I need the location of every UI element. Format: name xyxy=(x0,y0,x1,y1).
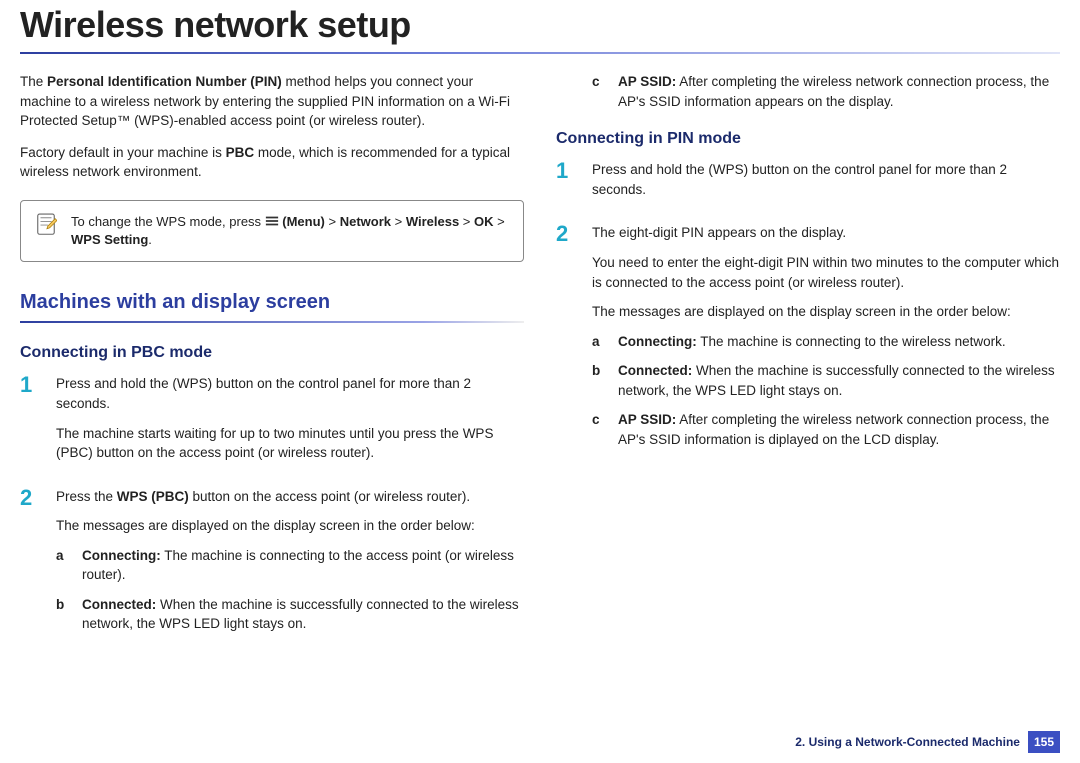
step-body: Press and hold the (WPS) button on the c… xyxy=(56,374,524,472)
page-number-badge: 155 xyxy=(1028,731,1060,753)
text-bold: AP SSID: xyxy=(618,74,676,89)
text-span: The machine is connecting to the wireles… xyxy=(697,334,1006,349)
substep-text: Connected: When the machine is successfu… xyxy=(618,361,1060,400)
substep-key: b xyxy=(56,595,70,634)
note-wps-setting: WPS Setting xyxy=(71,232,148,247)
text-bold: AP SSID: xyxy=(618,412,676,427)
substep-text: Connecting: The machine is connecting to… xyxy=(618,332,1060,352)
substep-text: Connected: When the machine is successfu… xyxy=(82,595,524,634)
step-text: The machine starts waiting for up to two… xyxy=(56,424,524,463)
text-bold: Connected: xyxy=(618,363,692,378)
pin-step-1: 1 Press and hold the (WPS) button on the… xyxy=(556,160,1060,209)
left-column: The Personal Identification Number (PIN)… xyxy=(20,72,524,658)
note-text-pre: To change the WPS mode, press xyxy=(71,214,265,229)
substep-a: a Connecting: The machine is connecting … xyxy=(592,332,1060,352)
note-box: To change the WPS mode, press (Menu) > N… xyxy=(20,200,524,262)
pbc-step-1: 1 Press and hold the (WPS) button on the… xyxy=(20,374,524,472)
footer-chapter-label: 2. Using a Network-Connected Machine xyxy=(795,735,1020,749)
two-column-layout: The Personal Identification Number (PIN)… xyxy=(20,72,1060,658)
text-span: The xyxy=(20,74,47,89)
substep-key: c xyxy=(592,410,606,449)
substep-text: AP SSID: After completing the wireless n… xyxy=(618,410,1060,449)
pbc-step-2: 2 Press the WPS (PBC) button on the acce… xyxy=(20,487,524,644)
substep-b: b Connected: When the machine is success… xyxy=(592,361,1060,400)
pbc-continuation: c AP SSID: After completing the wireless… xyxy=(592,72,1060,111)
text-bold: Connecting: xyxy=(618,334,697,349)
step-body: Press and hold the (WPS) button on the c… xyxy=(592,160,1060,209)
subheading-pbc: Connecting in PBC mode xyxy=(20,341,524,364)
pin-step-2: 2 The eight-digit PIN appears on the dis… xyxy=(556,223,1060,459)
substep-text: AP SSID: After completing the wireless n… xyxy=(618,72,1060,111)
step-text: The eight-digit PIN appears on the displ… xyxy=(592,223,1060,243)
header-divider xyxy=(20,52,1060,54)
text-bold-pin: Personal Identification Number (PIN) xyxy=(47,74,282,89)
page-title: Wireless network setup xyxy=(20,4,1060,46)
text-span: Press the xyxy=(56,489,117,504)
substep-c: c AP SSID: After completing the wireless… xyxy=(592,72,1060,111)
right-column: c AP SSID: After completing the wireless… xyxy=(556,72,1060,658)
step-text: You need to enter the eight-digit PIN wi… xyxy=(592,253,1060,292)
step-number: 2 xyxy=(20,487,42,644)
text-bold-pbc: PBC xyxy=(226,145,255,160)
note-period: . xyxy=(148,232,152,247)
text-bold: Connecting: xyxy=(82,548,161,563)
substep-key: c xyxy=(592,72,606,111)
pin-steps: 1 Press and hold the (WPS) button on the… xyxy=(556,160,1060,459)
note-gt: > xyxy=(391,214,406,229)
pbc-steps: 1 Press and hold the (WPS) button on the… xyxy=(20,374,524,644)
step-number: 1 xyxy=(556,160,578,209)
step-text: The messages are displayed on the displa… xyxy=(592,302,1060,322)
step-number: 1 xyxy=(20,374,42,472)
substep-key: a xyxy=(592,332,606,352)
menu-icon xyxy=(265,214,279,228)
step-text: Press and hold the (WPS) button on the c… xyxy=(592,160,1060,199)
page-footer: 2. Using a Network-Connected Machine 155 xyxy=(795,731,1060,753)
text-span: After completing the wireless network co… xyxy=(618,74,1049,109)
substep-b: b Connected: When the machine is success… xyxy=(56,595,524,634)
note-network: Network xyxy=(340,214,391,229)
subheading-pin: Connecting in PIN mode xyxy=(556,127,1060,150)
note-ok: OK xyxy=(474,214,494,229)
substep-key: b xyxy=(592,361,606,400)
step-text: Press the WPS (PBC) button on the access… xyxy=(56,487,524,507)
step-body: Press the WPS (PBC) button on the access… xyxy=(56,487,524,644)
step-text: The messages are displayed on the displa… xyxy=(56,516,524,536)
text-bold: WPS (PBC) xyxy=(117,489,189,504)
note-pencil-icon xyxy=(35,213,57,239)
text-span: After completing the wireless network co… xyxy=(618,412,1049,447)
section-heading-machines: Machines with an display screen xyxy=(20,288,524,317)
step-body: The eight-digit PIN appears on the displ… xyxy=(592,223,1060,459)
page: Wireless network setup The Personal Iden… xyxy=(0,4,1080,658)
substep-a: a Connecting: The machine is connecting … xyxy=(56,546,524,585)
text-span: Factory default in your machine is xyxy=(20,145,226,160)
intro-paragraph-2: Factory default in your machine is PBC m… xyxy=(20,143,524,182)
substep-text: Connecting: The machine is connecting to… xyxy=(82,546,524,585)
text-span: button on the access point (or wireless … xyxy=(189,489,470,504)
substep-key: a xyxy=(56,546,70,585)
note-gt: > xyxy=(459,214,474,229)
note-wireless: Wireless xyxy=(406,214,459,229)
intro-paragraph-1: The Personal Identification Number (PIN)… xyxy=(20,72,524,131)
note-menu-label: (Menu) xyxy=(279,214,325,229)
text-bold: Connected: xyxy=(82,597,156,612)
note-gt: > xyxy=(325,214,340,229)
substep-c: c AP SSID: After completing the wireless… xyxy=(592,410,1060,449)
step-text: Press and hold the (WPS) button on the c… xyxy=(56,374,524,413)
step-number: 2 xyxy=(556,223,578,459)
note-gt: > xyxy=(494,214,505,229)
section-divider xyxy=(20,321,524,323)
